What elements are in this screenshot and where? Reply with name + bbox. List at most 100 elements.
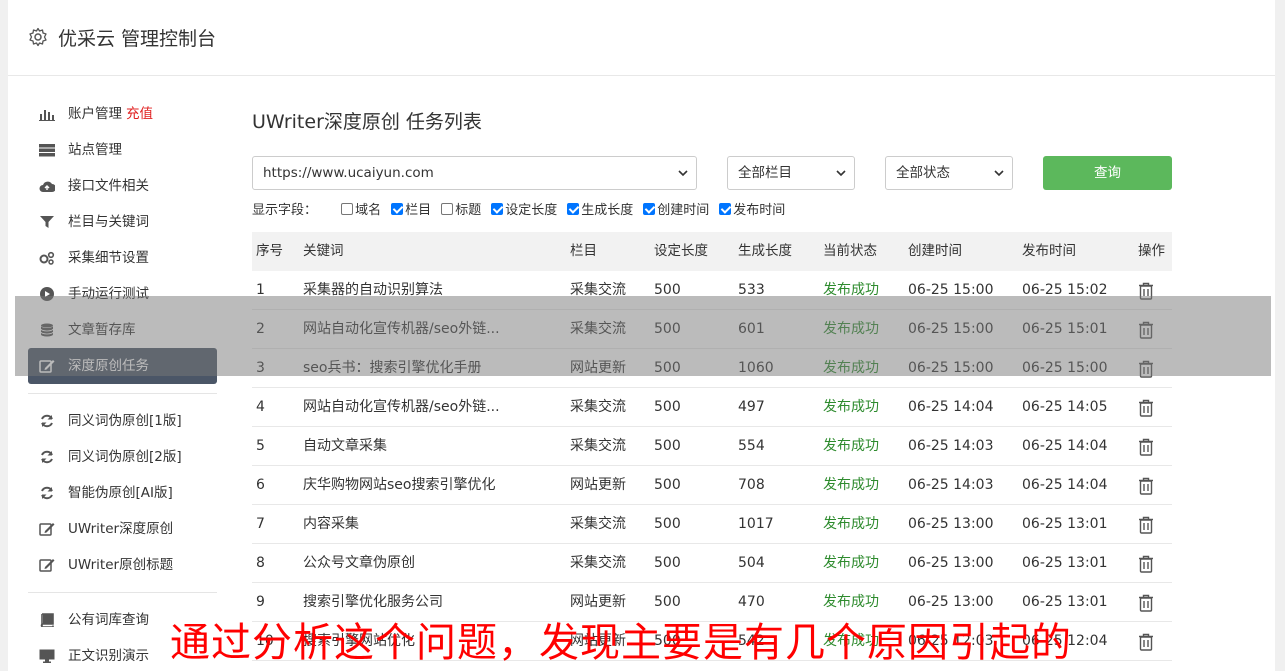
field-checkbox-label: 设定长度	[505, 203, 558, 218]
trash-icon[interactable]	[1138, 477, 1154, 495]
field-checkbox-1[interactable]: 栏目	[391, 202, 431, 220]
column-header: 栏目	[570, 243, 597, 259]
sidebar-item-group2-4[interactable]: UWriter原创标题	[28, 547, 217, 583]
cell-kw: 网站自动化宣传机器/seo外链...	[303, 399, 500, 415]
column-header: 生成长度	[738, 243, 792, 259]
edit-icon	[39, 523, 55, 536]
gear-icon	[29, 27, 47, 47]
refresh-icon	[41, 450, 53, 464]
field-checkbox-3[interactable]: 设定长度	[491, 202, 557, 220]
book-icon	[40, 613, 54, 627]
sidebar-item-group2-2[interactable]: 智能伪原创[AI版]	[28, 475, 217, 511]
sidebar-item-label: UWriter原创标题	[68, 557, 174, 573]
cloud-upload-icon	[39, 181, 55, 192]
cell-ct: 06-25 14:04	[908, 399, 994, 415]
sidebar-divider	[28, 393, 217, 394]
sidebar-item-label: 栏目与关键词	[68, 214, 149, 230]
sidebar-item-group2-1[interactable]: 同义词伪原创[2版]	[28, 439, 217, 475]
table-row: 7 内容采集 采集交流 500 1017 发布成功 06-25 13:00 06-25 13:…	[252, 505, 1172, 544]
field-checkbox-6[interactable]: 发布时间	[719, 202, 785, 220]
table-header: 序号 关键词 栏目 设定长度 生成长度 当前状态 创建时间 发布时间 操作	[252, 232, 1172, 271]
query-button[interactable]: 查询	[1043, 156, 1172, 190]
checkbox-box[interactable]	[719, 203, 732, 215]
checkbox-box[interactable]	[567, 203, 580, 215]
cell-idx: 5	[256, 438, 265, 454]
checkbox-box[interactable]	[491, 203, 504, 215]
field-checkbox-4[interactable]: 生成长度	[567, 202, 633, 220]
sidebar-item-group1-1[interactable]: 站点管理	[28, 132, 217, 168]
chevron-down-icon	[994, 170, 1004, 177]
site-select[interactable]: https://www.ucaiyun.com	[252, 156, 697, 190]
cell-st: 发布成功	[823, 399, 879, 415]
status-select[interactable]: 全部状态	[885, 156, 1013, 190]
chevron-down-icon	[836, 170, 846, 177]
sidebar-item-label: 站点管理	[68, 142, 122, 158]
trash-icon[interactable]	[1138, 438, 1154, 456]
cell-ct: 06-25 13:00	[908, 516, 994, 532]
cell-set: 500	[654, 555, 681, 571]
field-checkbox-5[interactable]: 创建时间	[643, 202, 709, 220]
column-header: 发布时间	[1022, 243, 1076, 259]
field-checkbox-label: 域名	[355, 203, 382, 218]
sidebar-item-group1-4[interactable]: 采集细节设置	[28, 240, 217, 276]
column-header: 当前状态	[823, 243, 877, 259]
trash-icon[interactable]	[1138, 516, 1154, 534]
cell-pt: 06-25 14:05	[1022, 399, 1108, 415]
bar-chart-icon	[39, 110, 55, 121]
cell-gen: 497	[738, 399, 765, 415]
sidebar: 账户管理充值站点管理接口文件相关栏目与关键词采集细节设置手动运行测试文章暂存库深…	[28, 96, 217, 671]
sidebar-divider	[28, 592, 217, 593]
trash-icon[interactable]	[1138, 594, 1154, 612]
column-header: 关键词	[303, 243, 344, 259]
monitor-icon	[39, 649, 55, 663]
cell-st: 发布成功	[823, 555, 879, 571]
sidebar-item-label: 接口文件相关	[68, 178, 149, 194]
trash-icon[interactable]	[1138, 399, 1154, 417]
cell-st: 发布成功	[823, 477, 879, 493]
checkbox-box[interactable]	[341, 203, 354, 215]
cell-pt: 06-25 14:04	[1022, 438, 1108, 454]
chevron-down-icon	[678, 170, 688, 177]
sidebar-item-label: 采集细节设置	[68, 250, 149, 266]
cell-kw: 自动文章采集	[303, 438, 387, 454]
sidebar-item-label: 公有词库查询	[68, 612, 149, 628]
trash-icon[interactable]	[1138, 633, 1154, 651]
checkbox-box[interactable]	[441, 203, 454, 215]
cell-idx: 8	[256, 555, 265, 571]
cell-ct: 06-25 14:03	[908, 477, 994, 493]
status-select-value: 全部状态	[896, 165, 950, 181]
top-bar: 优采云 管理控制台	[8, 0, 1275, 76]
field-checkbox-2[interactable]: 标题	[441, 202, 481, 220]
field-checkbox-label: 栏目	[405, 203, 432, 218]
sidebar-item-group2-3[interactable]: UWriter深度原创	[28, 511, 217, 547]
sidebar-item-group2-0[interactable]: 同义词伪原创[1版]	[28, 403, 217, 439]
cell-col: 采集交流	[570, 399, 626, 415]
cell-idx: 6	[256, 477, 265, 493]
sidebar-item-group1-0[interactable]: 账户管理 充值	[28, 96, 217, 132]
checkbox-box[interactable]	[391, 203, 404, 215]
edit-icon	[39, 559, 55, 572]
cell-kw: 内容采集	[303, 516, 359, 532]
cell-pt: 06-25 13:01	[1022, 516, 1108, 532]
trash-icon[interactable]	[1138, 555, 1154, 573]
field-checkbox-label: 创建时间	[657, 203, 710, 218]
column-header: 设定长度	[654, 243, 708, 259]
table-row: 6 庆华购物网站seo搜索引擎优化 网站更新 500 708 发布成功 06-25 14:0…	[252, 466, 1172, 505]
display-fields: 显示字段： 域名 栏目 标题 设定长度 生成长度 创建时间 发布时间	[252, 202, 795, 220]
app-title: 优采云 管理控制台	[58, 28, 217, 50]
field-checkbox-0[interactable]: 域名	[341, 202, 381, 220]
main-content: UWriter深度原创 任务列表 https://www.ucaiyun.com…	[252, 96, 1172, 661]
server-icon	[39, 144, 55, 157]
recharge-tag[interactable]: 充值	[126, 106, 153, 122]
sidebar-item-group1-2[interactable]: 接口文件相关	[28, 168, 217, 204]
table-row: 4 网站自动化宣传机器/seo外链... 采集交流 500 497 发布成功 06-25 1…	[252, 388, 1172, 427]
column-select-value: 全部栏目	[738, 165, 792, 181]
cell-pt: 06-25 14:04	[1022, 477, 1108, 493]
checkbox-box[interactable]	[643, 203, 656, 215]
filter-bar: https://www.ucaiyun.com 全部栏目 全部状态 查询	[252, 156, 1172, 190]
cell-gen: 708	[738, 477, 765, 493]
column-select[interactable]: 全部栏目	[727, 156, 855, 190]
site-select-value: https://www.ucaiyun.com	[263, 165, 434, 181]
sidebar-item-group1-3[interactable]: 栏目与关键词	[28, 204, 217, 240]
display-fields-label: 显示字段：	[252, 203, 318, 218]
